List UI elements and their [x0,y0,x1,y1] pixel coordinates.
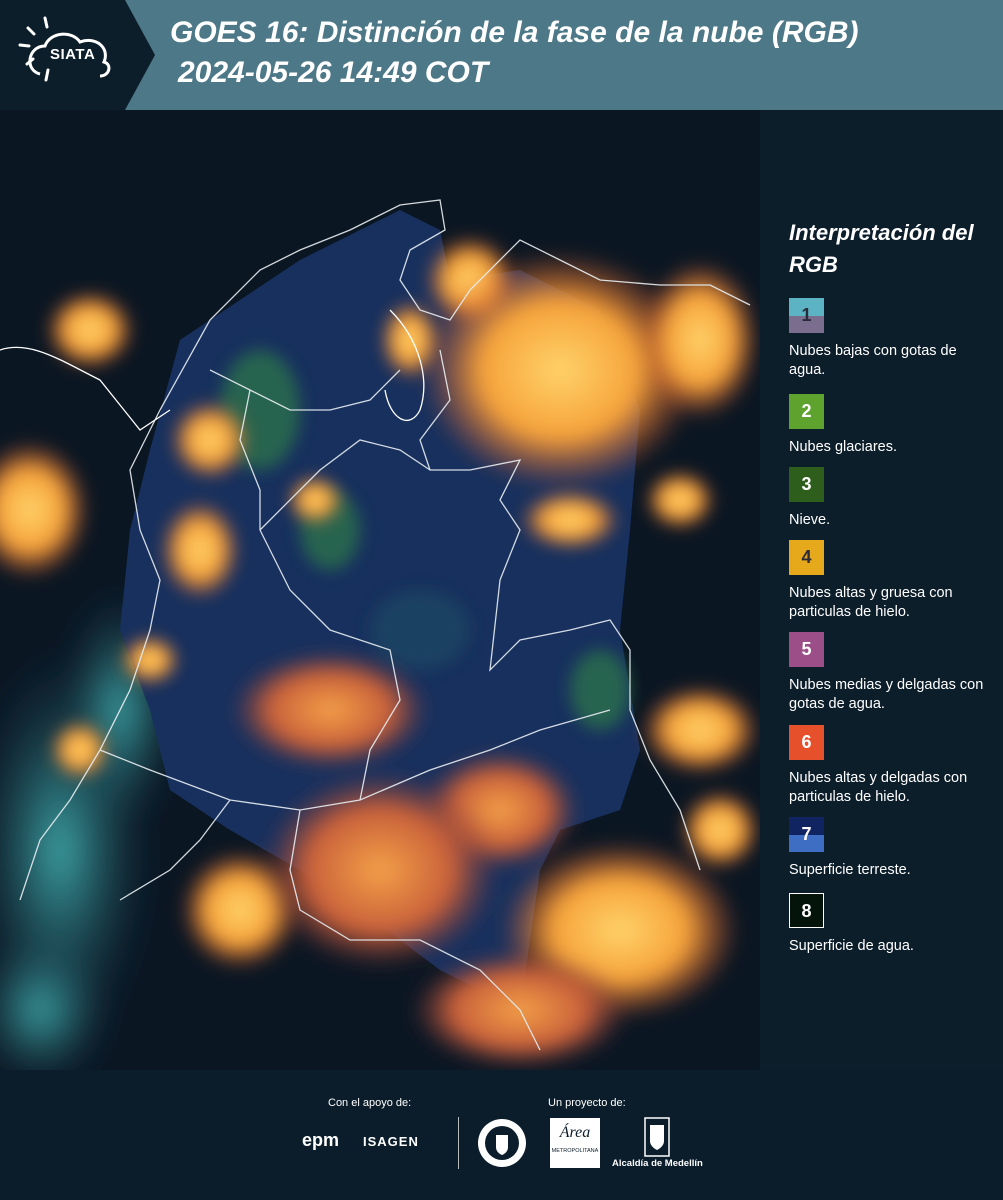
legend-number: 2 [801,401,812,421]
legend-number: 4 [801,547,812,567]
footer: Con el apoyo de: Un proyecto de: epm ISA… [0,1070,1003,1200]
legend-number: 7 [801,824,812,844]
alcaldia-shield-icon [644,1117,670,1157]
page-title: GOES 16: Distinción de la fase de la nub… [170,16,859,49]
support-label: Con el apoyo de: [328,1097,412,1109]
area-metropolitana-logo: Área METROPOLITANA [550,1118,600,1168]
legend-label: Superficie terreste. [789,862,911,878]
legend-label: Superficie de agua. [789,938,914,954]
legend-number: 8 [801,901,812,921]
siata-logo: SIATA [0,0,155,110]
legend-swatch: 4 [789,540,824,575]
footer-divider [458,1117,459,1169]
legend-swatch: 5 [789,632,824,667]
project-label: Un proyecto de: [548,1097,626,1109]
legend-item: 1 Nubes bajas con gotas de agua. [789,298,989,380]
legend-number: 6 [801,732,812,752]
header-bar: SIATA GOES 16: Distinción de la fase de … [0,0,1003,110]
legend-label: Nubes glaciares. [789,439,897,455]
legend-swatch: 2 [789,394,824,429]
legend-number: 3 [801,474,812,494]
siata-logo-text: SIATA [50,46,96,63]
legend-swatch: 8 [789,893,824,928]
legend-swatch: 6 [789,725,824,760]
legend-item: 3 Nieve. [789,467,989,530]
legend-item: 4 Nubes altas y gruesa con particulas de… [789,540,989,622]
legend-title: Interpretación del RGB [789,220,974,277]
legend-item: 7 Superficie terreste. [789,817,989,880]
legend-label: Nieve. [789,512,831,528]
page-datetime: 2024-05-26 14:49 COT [178,56,489,89]
legend-number: 5 [801,639,812,659]
satellite-map [0,110,760,1070]
legend-item: 6 Nubes altas y delgadas con particulas … [789,725,989,807]
legend-swatch: 3 [789,467,824,502]
alcaldia-label: Alcaldía de Medellín [612,1158,703,1169]
legend-panel: Interpretación del RGB 1 Nubes bajas con… [760,110,1003,1070]
legend-item: 2 Nubes glaciares. [789,394,989,457]
legend-label: Nubes altas y gruesa con particulas de h… [789,585,953,620]
medellin-seal-icon [478,1119,526,1167]
epm-logo: epm [302,1130,340,1150]
legend-label: Nubes altas y delgadas con particulas de… [789,770,968,805]
legend-number: 1 [801,305,812,325]
legend-label: Nubes bajas con gotas de agua. [789,343,957,378]
legend-item: 5 Nubes medias y delgadas con gotas de a… [789,632,989,714]
legend-swatch: 1 [789,298,824,333]
legend-item: 8 Superficie de agua. [789,893,989,956]
legend-swatch: 7 [789,817,824,852]
legend-label: Nubes medias y delgadas con gotas de agu… [789,677,984,712]
isagen-logo: ISAGEN [363,1134,419,1149]
